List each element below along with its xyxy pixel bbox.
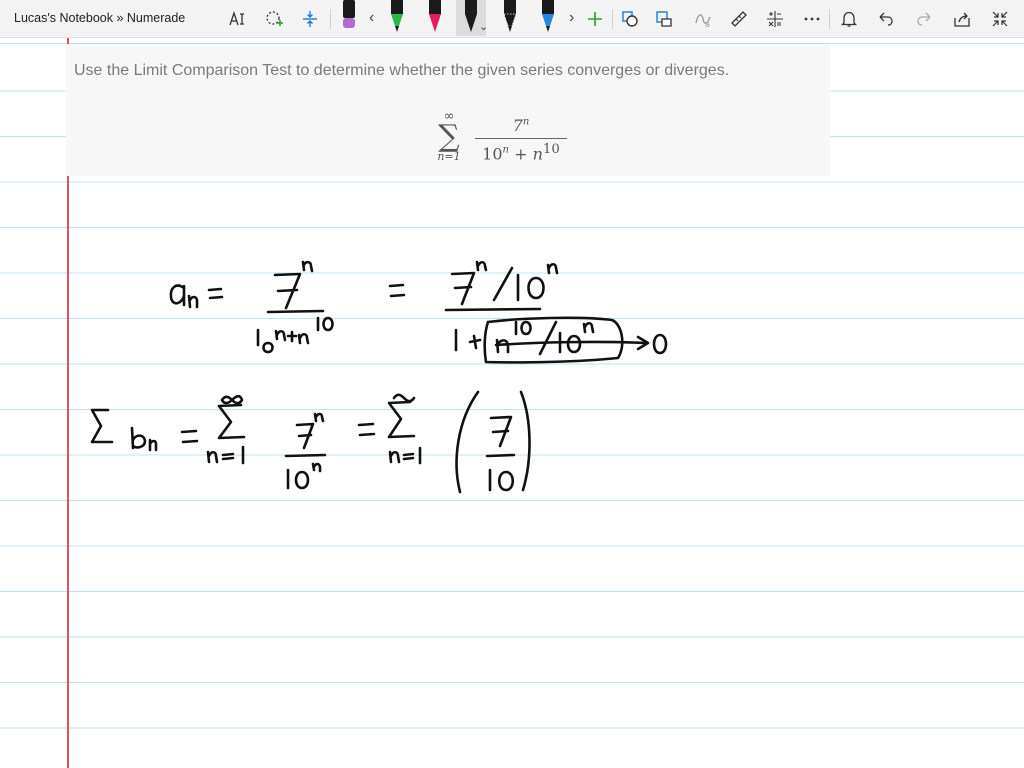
sum-symbol: ∑	[438, 119, 460, 154]
problem-card: Use the Limit Comparison Test to determi…	[66, 44, 830, 176]
lasso-select-icon[interactable]	[262, 7, 286, 31]
share-icon[interactable]	[950, 7, 974, 31]
pen-dark-icon[interactable]	[499, 0, 521, 36]
toolbar: Lucas's Notebook » Numerade ‹ ⌄ › a	[0, 0, 1024, 38]
fraction-numerator: 7n	[512, 116, 530, 135]
chevron-right-icon[interactable]: ›	[569, 9, 574, 27]
notebook-title[interactable]: Lucas's Notebook » Numerade	[14, 11, 185, 25]
pen-red-icon[interactable]	[424, 0, 446, 36]
pen-blue-icon[interactable]	[537, 0, 559, 36]
redo-icon[interactable]	[912, 7, 936, 31]
series-formula: ∞ ∑ n=1 7n 10n + n10	[431, 110, 571, 170]
ruler-icon[interactable]	[727, 7, 751, 31]
add-space-icon[interactable]	[298, 7, 322, 31]
problem-instruction: Use the Limit Comparison Test to determi…	[74, 62, 730, 79]
sum-lower-limit: n=1	[437, 150, 461, 163]
ink-to-shape-icon[interactable]	[618, 7, 642, 31]
toolbar-separator	[612, 9, 613, 29]
toolbar-separator	[829, 9, 830, 29]
text-select-icon[interactable]	[225, 7, 249, 31]
series-fraction: 7n 10n + n10	[471, 116, 571, 163]
ink-to-math-icon[interactable]: a	[691, 7, 715, 31]
toolbar-separator	[330, 9, 331, 29]
ink-to-text-icon[interactable]	[652, 7, 676, 31]
math-icon[interactable]	[763, 7, 787, 31]
undo-icon[interactable]	[874, 7, 898, 31]
svg-text:a: a	[705, 20, 710, 29]
chevron-down-icon[interactable]: ⌄	[479, 20, 488, 33]
add-pen-icon[interactable]	[583, 7, 607, 31]
fullscreen-icon[interactable]	[988, 7, 1012, 31]
pen-green-icon[interactable]	[386, 0, 408, 36]
chevron-left-icon[interactable]: ‹	[369, 9, 374, 27]
fraction-denominator: 10n + n10	[482, 142, 560, 164]
more-icon[interactable]	[800, 7, 824, 31]
notifications-icon[interactable]	[837, 7, 861, 31]
pen-black-icon[interactable]	[338, 0, 360, 36]
